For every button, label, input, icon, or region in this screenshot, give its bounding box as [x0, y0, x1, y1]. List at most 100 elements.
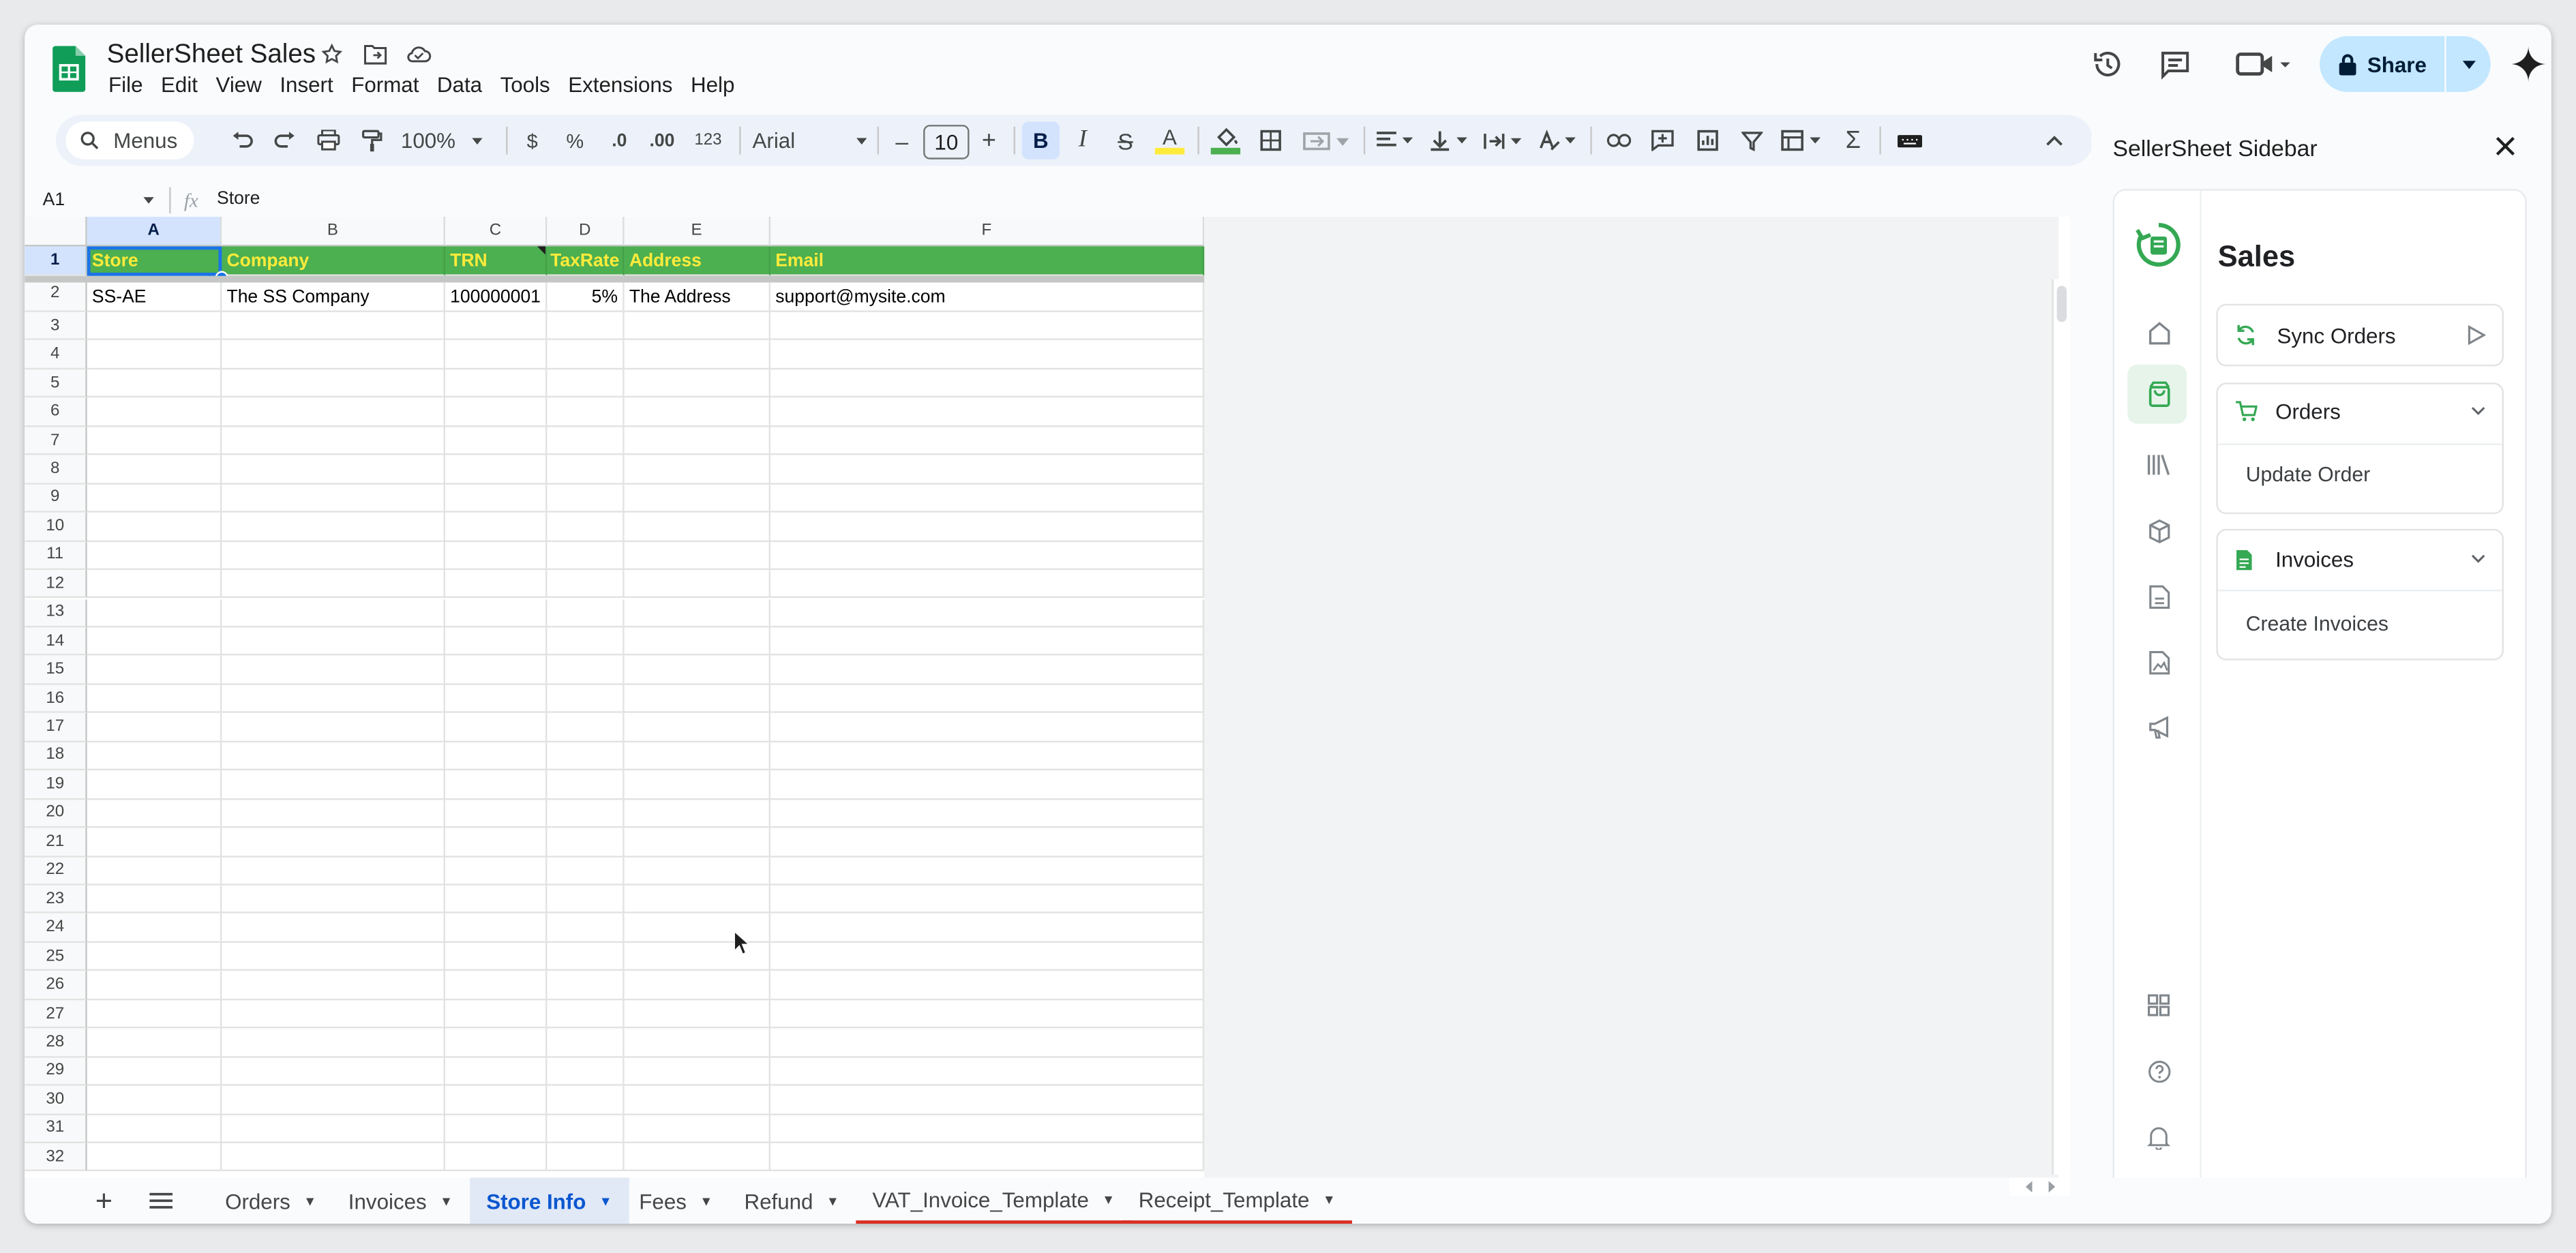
empty-cell[interactable] [222, 1057, 445, 1086]
megaphone-icon[interactable] [2139, 708, 2178, 747]
empty-cell[interactable] [770, 684, 1205, 714]
row-header[interactable]: 6 [25, 397, 87, 427]
empty-cell[interactable] [445, 340, 548, 369]
empty-cell[interactable] [624, 1085, 771, 1115]
sellersheet-logo-icon[interactable] [2134, 220, 2183, 269]
empty-cell[interactable] [624, 426, 771, 455]
empty-cell[interactable] [222, 914, 445, 943]
move-folder-icon[interactable] [363, 43, 387, 66]
strikethrough-button[interactable]: S [1111, 121, 1140, 159]
empty-cell[interactable] [87, 999, 222, 1029]
empty-cell[interactable] [624, 369, 771, 398]
empty-cell[interactable] [624, 799, 771, 828]
empty-cell[interactable] [222, 369, 445, 398]
row-header[interactable]: 26 [25, 971, 87, 1000]
cell-a2[interactable]: SS-AE [87, 282, 222, 312]
fill-color-button[interactable] [1209, 121, 1242, 159]
row-header[interactable]: 20 [25, 799, 87, 828]
text-wrapping-icon[interactable] [1480, 121, 1526, 159]
row-header[interactable]: 18 [25, 742, 87, 771]
empty-cell[interactable] [87, 742, 222, 771]
meet-icon[interactable] [2230, 41, 2295, 87]
empty-cell[interactable] [547, 1143, 625, 1173]
column-header-e[interactable]: E [624, 217, 771, 247]
vertical-scrollbar[interactable] [2052, 279, 2070, 1175]
empty-cell[interactable] [624, 541, 771, 571]
empty-cell[interactable] [624, 397, 771, 427]
empty-cell[interactable] [445, 684, 548, 714]
horizontal-align-icon[interactable] [1372, 121, 1418, 159]
menu-insert[interactable]: Insert [280, 72, 333, 97]
empty-cell[interactable] [87, 1115, 222, 1144]
tab-store-info[interactable]: Store Info ▼ [470, 1177, 629, 1224]
empty-cell[interactable] [547, 713, 625, 742]
empty-cell[interactable] [547, 799, 625, 828]
empty-cell[interactable] [222, 828, 445, 857]
row-header[interactable]: 16 [25, 684, 87, 714]
tab-receipt-template[interactable]: Receipt_Template ▼ [1122, 1178, 1352, 1224]
empty-cell[interactable] [222, 999, 445, 1029]
empty-cell[interactable] [87, 914, 222, 943]
undo-icon[interactable] [227, 121, 256, 159]
close-icon[interactable] [2494, 135, 2517, 158]
empty-cell[interactable] [770, 1143, 1205, 1173]
empty-cell[interactable] [445, 599, 548, 628]
cell-d2[interactable]: 5% [547, 282, 625, 312]
empty-cell[interactable] [87, 340, 222, 369]
empty-cell[interactable] [770, 885, 1205, 914]
empty-cell[interactable] [770, 656, 1205, 685]
row-header[interactable]: 21 [25, 828, 87, 857]
insert-chart-icon[interactable] [1690, 121, 1723, 159]
empty-cell[interactable] [222, 942, 445, 971]
empty-cell[interactable] [87, 770, 222, 800]
library-icon[interactable] [2139, 445, 2178, 485]
empty-cell[interactable] [770, 742, 1205, 771]
empty-cell[interactable] [445, 942, 548, 971]
cell-f1[interactable]: Email [770, 246, 1205, 276]
zoom-select[interactable]: 100% [401, 121, 493, 159]
borders-icon[interactable] [1255, 121, 1285, 159]
empty-cell[interactable] [547, 484, 625, 513]
image-file-icon[interactable] [2139, 642, 2178, 682]
empty-cell[interactable] [624, 656, 771, 685]
functions-icon[interactable]: Σ [1837, 121, 1870, 159]
row-header[interactable]: 29 [25, 1057, 87, 1086]
home-icon[interactable] [2139, 312, 2178, 352]
empty-cell[interactable] [222, 312, 445, 341]
empty-cell[interactable] [222, 1028, 445, 1057]
sheets-logo-icon[interactable] [53, 46, 86, 92]
menus-search[interactable]: Menus [65, 121, 194, 160]
empty-cell[interactable] [87, 1028, 222, 1057]
empty-cell[interactable] [624, 340, 771, 369]
chevron-down-icon[interactable] [2471, 554, 2486, 563]
empty-cell[interactable] [445, 914, 548, 943]
tab-caret-icon[interactable]: ▼ [599, 1193, 612, 1208]
empty-cell[interactable] [222, 340, 445, 369]
column-header-d[interactable]: D [547, 217, 625, 247]
filter-icon[interactable] [1735, 121, 1767, 159]
empty-cell[interactable] [547, 770, 625, 800]
empty-cell[interactable] [624, 513, 771, 542]
empty-cell[interactable] [445, 1115, 548, 1144]
empty-cell[interactable] [222, 455, 445, 485]
empty-cell[interactable] [624, 1115, 771, 1144]
tab-caret-icon[interactable]: ▼ [440, 1193, 453, 1208]
empty-cell[interactable] [624, 684, 771, 714]
empty-cell[interactable] [445, 627, 548, 656]
cell-d1[interactable]: TaxRate [547, 246, 625, 276]
empty-cell[interactable] [222, 799, 445, 828]
decrease-decimal-button[interactable]: .0 [603, 121, 635, 159]
update-order-button[interactable]: Update Order [2246, 463, 2370, 486]
merge-cells-icon[interactable] [1298, 121, 1353, 159]
empty-cell[interactable] [87, 828, 222, 857]
empty-cell[interactable] [445, 971, 548, 1000]
text-rotation-icon[interactable] [1534, 121, 1580, 159]
row-header[interactable]: 7 [25, 426, 87, 455]
empty-cell[interactable] [87, 369, 222, 398]
empty-cell[interactable] [624, 627, 771, 656]
empty-cell[interactable] [222, 484, 445, 513]
invoices-label[interactable]: Invoices [2275, 547, 2354, 571]
empty-cell[interactable] [624, 742, 771, 771]
empty-cell[interactable] [547, 627, 625, 656]
empty-cell[interactable] [547, 885, 625, 914]
